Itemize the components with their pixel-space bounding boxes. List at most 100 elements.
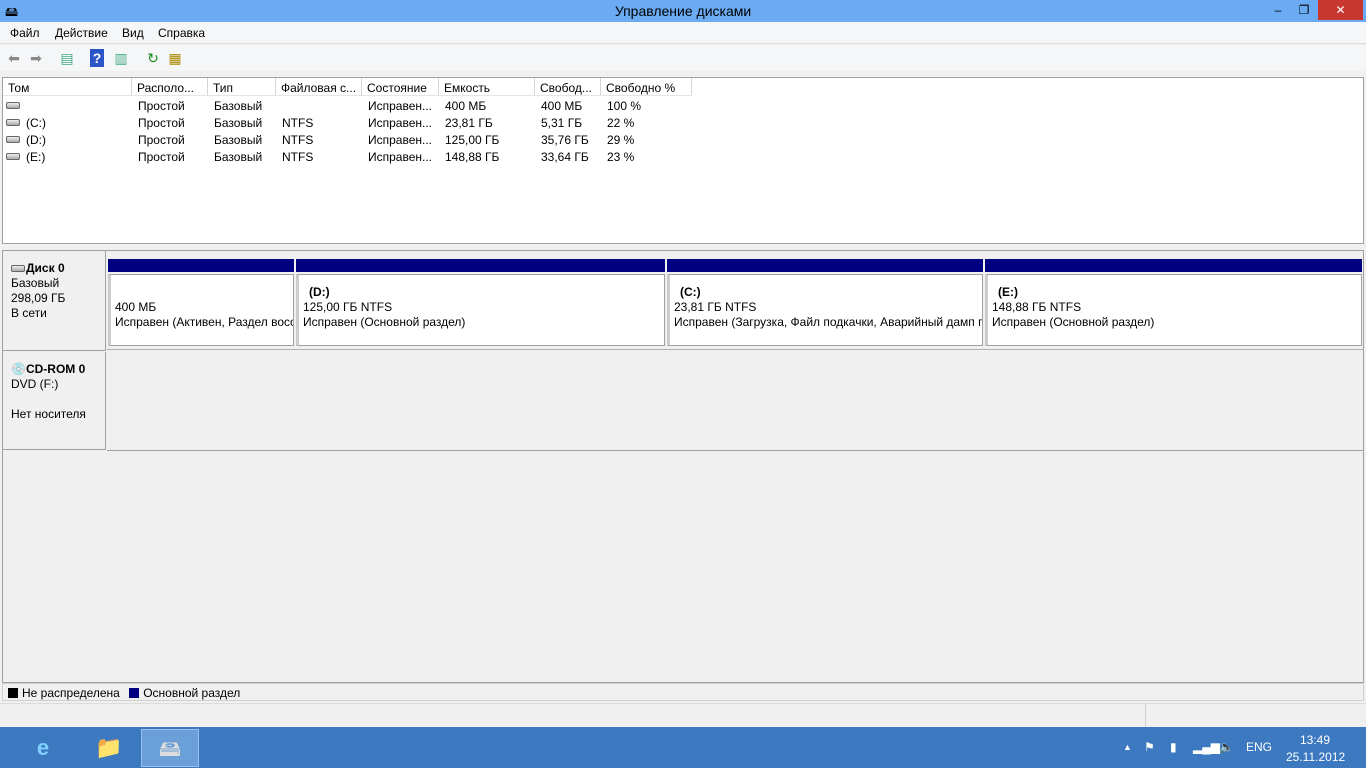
table-cell: Простой <box>138 116 185 130</box>
cdrom-icon: 💿 <box>11 362 26 376</box>
menu-action[interactable]: Действие <box>55 26 108 40</box>
table-cell: Простой <box>138 99 185 113</box>
table-cell: Базовый <box>214 150 263 164</box>
table-cell: 5,31 ГБ <box>541 116 583 130</box>
refresh-icon[interactable]: ↻ <box>144 49 162 67</box>
table-row[interactable]: (E:) Простой Базовый NTFS Исправен... 148,88 … <box>3 148 1363 165</box>
table-cell: 33,64 ГБ <box>541 150 589 164</box>
file-explorer-icon[interactable]: 📁 <box>80 729 138 767</box>
col-type[interactable]: Тип <box>208 78 276 96</box>
partition-bar <box>108 259 294 272</box>
partition[interactable]: (E:) 148,88 ГБ NTFS Исправен (Основной раз… <box>985 259 1362 346</box>
internet-explorer-icon[interactable]: e <box>14 729 72 767</box>
table-row[interactable]: Простой Базовый Исправен... 400 МБ 400 МБ 100… <box>3 97 1363 114</box>
table-cell: 35,76 ГБ <box>541 133 589 147</box>
cdrom-type: DVD (F:) <box>11 377 59 391</box>
disk-management-taskbar-button[interactable]: 🖴 <box>141 729 199 767</box>
table-row[interactable]: (D:) Простой Базовый NTFS Исправен... 125,00 … <box>3 131 1363 148</box>
table-cell: NTFS <box>282 116 314 130</box>
partition[interactable]: (C:) 23,81 ГБ NTFS Исправен (Загрузка, Фай… <box>667 259 983 346</box>
menu-view[interactable]: Вид <box>122 26 144 40</box>
partition-status: Исправен (Основной раздел) <box>992 315 1155 329</box>
table-cell: 22 % <box>607 116 635 130</box>
cdrom-0-label[interactable]: 💿CD-ROM 0 DVD (F:) Нет носителя <box>3 352 106 450</box>
cdrom-status: Нет носителя <box>11 407 86 421</box>
table-cell: 400 МБ <box>541 99 583 113</box>
partition-size: 23,81 ГБ NTFS <box>674 300 757 314</box>
col-capacity[interactable]: Емкость <box>439 78 535 96</box>
forward-icon[interactable]: ➡ <box>27 49 45 67</box>
table-cell: Исправен... <box>368 99 433 113</box>
drive-icon <box>6 102 20 109</box>
partition-name: (D:) <box>309 285 330 299</box>
partition-name <box>115 285 289 300</box>
partition-status: Исправен (Загрузка, Файл подкачки, Авари… <box>674 315 982 329</box>
drive-icon <box>6 119 20 126</box>
clock-date[interactable]: 25.11.2012 <box>1286 750 1345 764</box>
table-cell: 100 % <box>607 99 642 113</box>
divider <box>107 450 1363 451</box>
maximize-button[interactable]: ❐ <box>1290 0 1318 20</box>
show-hidden-icons[interactable]: ▲ <box>1123 742 1132 752</box>
partition-size: 148,88 ГБ NTFS <box>992 300 1082 314</box>
partition-box[interactable]: (C:) 23,81 ГБ NTFS Исправен (Загрузка, Фай… <box>667 274 983 346</box>
col-layout[interactable]: Располо... <box>132 78 208 96</box>
table-cell: Базовый <box>214 133 263 147</box>
action-pane-icon[interactable]: ▥ <box>112 49 130 67</box>
disk-type: Базовый <box>11 276 60 290</box>
volume-name: (C:) <box>26 116 46 130</box>
col-filesystem[interactable]: Файловая с... <box>276 78 362 96</box>
back-icon[interactable]: ⬅ <box>5 49 23 67</box>
primary-swatch <box>129 688 140 698</box>
col-free-percent[interactable]: Свободно % <box>601 78 692 96</box>
partition-bar <box>296 259 665 272</box>
partition-box[interactable]: (D:) 125,00 ГБ NTFS Исправен (Основной раз… <box>296 274 665 346</box>
window-title: Управление дисками <box>614 3 752 19</box>
table-cell: Простой <box>138 150 185 164</box>
menu-file[interactable]: Файл <box>10 26 40 40</box>
clock-time[interactable]: 13:49 <box>1300 733 1330 747</box>
show-hide-tree-icon[interactable]: ▤ <box>58 49 76 67</box>
partition-box[interactable]: 400 МБИсправен (Активен, Раздел восстано… <box>108 274 294 346</box>
menu-bar: Файл Действие Вид Справка <box>0 22 1366 44</box>
col-volume[interactable]: Том <box>3 78 132 96</box>
battery-icon[interactable]: ▮ <box>1170 740 1177 754</box>
taskbar: e 📁 🖴 ▲ ⚑ ▮ ▂▄▆ 🔈 ENG 13:49 25.11.2012 <box>0 727 1366 768</box>
volume-list: Том Располо... Тип Файловая с... Состоян… <box>2 77 1364 244</box>
minimize-button[interactable]: – <box>1264 0 1292 20</box>
volume-name: (D:) <box>26 133 46 147</box>
table-cell: 29 % <box>607 133 635 147</box>
table-row[interactable]: (C:) Простой Базовый NTFS Исправен... 23,81 Г… <box>3 114 1363 131</box>
close-button[interactable]: ✕ <box>1318 0 1363 20</box>
partition-status: Исправен (Основной раздел) <box>303 315 466 329</box>
disk-0-label[interactable]: Диск 0 Базовый 298,09 ГБ В сети <box>3 251 106 351</box>
disk-map: Диск 0 Базовый 298,09 ГБ В сети 400 МБ Ис… <box>2 250 1364 683</box>
table-cell: Базовый <box>214 116 263 130</box>
unallocated-swatch <box>8 688 18 698</box>
partition[interactable]: (D:) 125,00 ГБ NTFS Исправен (Основной раз… <box>296 259 665 346</box>
toolbar: ⬅ ➡ ▤ ? ▥ ↻ ▦ <box>0 45 1366 71</box>
network-icon[interactable]: ▂▄▆ <box>1193 740 1220 754</box>
partition-status: Исправен (Активен, Раздел восстановления… <box>115 315 293 329</box>
properties-icon[interactable]: ▦ <box>166 49 184 67</box>
partition[interactable]: 400 МБИсправен (Активен, Раздел восстано… <box>108 259 294 346</box>
partition-box[interactable]: (E:) 148,88 ГБ NTFS Исправен (Основной раз… <box>985 274 1362 346</box>
cdrom-name: CD-ROM 0 <box>25 362 86 376</box>
menu-help[interactable]: Справка <box>158 26 205 40</box>
partition-bar <box>667 259 983 272</box>
volume-icon[interactable]: 🔈 <box>1219 740 1234 754</box>
partition-bar <box>985 259 1362 272</box>
table-cell: 400 МБ <box>445 99 487 113</box>
language-indicator[interactable]: ENG <box>1246 740 1272 754</box>
table-cell: Базовый <box>214 99 263 113</box>
action-center-flag-icon[interactable]: ⚑ <box>1144 740 1155 754</box>
table-cell: Исправен... <box>368 150 433 164</box>
table-cell: 125,00 ГБ <box>445 133 500 147</box>
legend-primary: Основной раздел <box>143 686 241 700</box>
drive-icon <box>6 153 20 160</box>
col-free[interactable]: Свобод... <box>535 78 601 96</box>
table-cell: NTFS <box>282 133 314 147</box>
help-icon[interactable]: ? <box>90 49 104 67</box>
legend-unallocated: Не распределена <box>22 686 120 700</box>
col-status[interactable]: Состояние <box>362 78 439 96</box>
